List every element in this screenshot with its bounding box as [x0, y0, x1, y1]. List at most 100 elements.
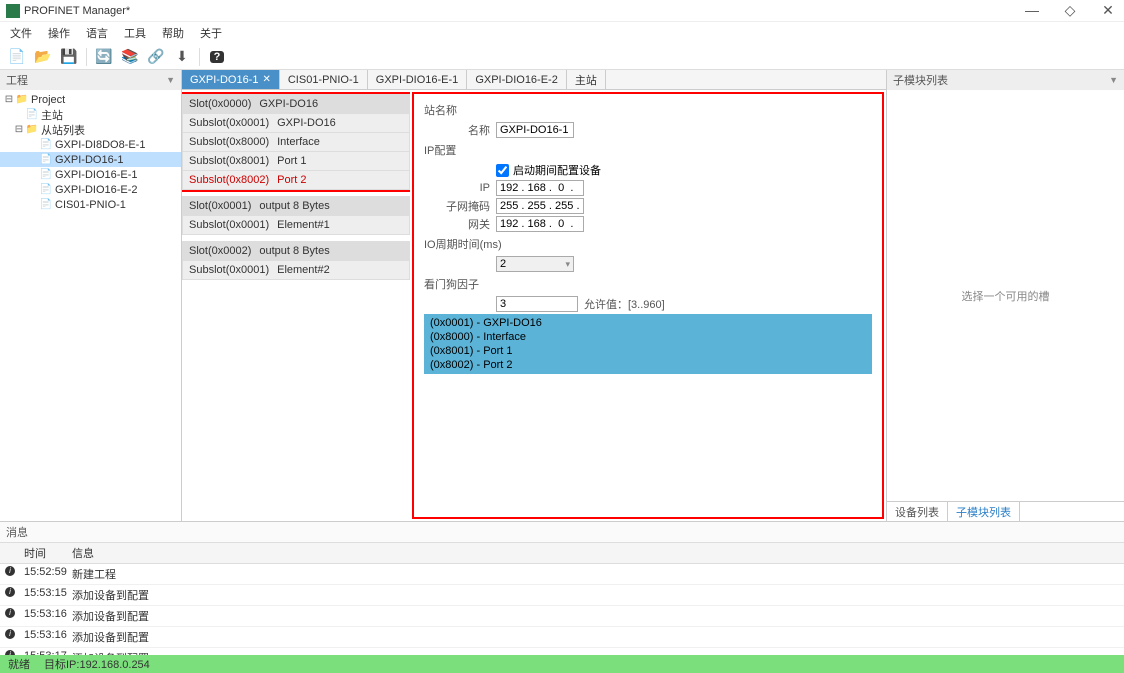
- tree-node-6[interactable]: 📄GXPI-DIO16-E-2: [0, 182, 181, 197]
- menu-about[interactable]: 关于: [194, 23, 228, 43]
- status-bar: 就绪 目标IP:192.168.0.254: [0, 655, 1124, 673]
- cycle-select[interactable]: 2 ▾: [496, 256, 574, 272]
- tab-device-list[interactable]: 设备列表: [887, 502, 948, 521]
- name-input[interactable]: [496, 122, 574, 138]
- slot-area: Slot(0x0000)GXPI-DO16Subslot(0x0001)GXPI…: [182, 90, 410, 521]
- submodule-item-3[interactable]: (0x8002) - Port 2: [430, 358, 866, 372]
- tab-0[interactable]: GXPI-DO16-1✕: [182, 70, 280, 89]
- message-row-1[interactable]: i15:53:15添加设备到配置: [0, 585, 1124, 606]
- tree-node-icon: 📄: [26, 109, 38, 121]
- slot-header[interactable]: Slot(0x0000)GXPI-DO16: [183, 95, 409, 113]
- slot-group-2: Slot(0x0002)output 8 BytesSubslot(0x0001…: [182, 241, 410, 280]
- subslot-name: Port 2: [277, 174, 306, 186]
- section-ip-config: IP配置: [424, 142, 872, 158]
- tree-node-2[interactable]: ⊟📁从站列表: [0, 122, 181, 137]
- new-icon[interactable]: 📄: [8, 48, 26, 66]
- tree-node-icon: 📄: [40, 139, 52, 151]
- cycle-dropdown-icon: ▾: [565, 259, 570, 270]
- subslot-row-1[interactable]: Subslot(0x8000)Interface: [183, 132, 409, 151]
- submodule-body: 选择一个可用的槽: [887, 90, 1124, 501]
- tree-node-icon: 📄: [40, 199, 52, 211]
- message-row-4[interactable]: i15:53:17添加设备到配置: [0, 648, 1124, 655]
- subslot-row-0[interactable]: Subslot(0x0001)Element#2: [183, 260, 409, 279]
- menu-operation[interactable]: 操作: [42, 23, 76, 43]
- watchdog-range: 允许值：[3..960]: [584, 296, 665, 312]
- tab-4[interactable]: 主站: [567, 70, 606, 89]
- message-info-icon: i: [0, 648, 20, 655]
- download-icon[interactable]: ⬇: [173, 48, 191, 66]
- startup-checkbox-label: 启动期间配置设备: [513, 162, 601, 178]
- submodule-dropdown-icon[interactable]: ▼: [1109, 75, 1118, 85]
- tree-node-7[interactable]: 📄CIS01-PNIO-1: [0, 197, 181, 212]
- subslot-row-0[interactable]: Subslot(0x0001)Element#1: [183, 215, 409, 234]
- stack-icon[interactable]: 📚: [121, 48, 139, 66]
- submodule-item-2[interactable]: (0x8001) - Port 1: [430, 344, 866, 358]
- tree-node-1[interactable]: 📄主站: [0, 107, 181, 122]
- slot-header[interactable]: Slot(0x0001)output 8 Bytes: [183, 197, 409, 215]
- maximize-button[interactable]: ◇: [1060, 2, 1080, 19]
- title-bar: PROFINET Manager* — ◇ ✕: [0, 0, 1124, 22]
- tree-toggle-icon: ⊟: [14, 124, 24, 135]
- subslot-row-0[interactable]: Subslot(0x0001)GXPI-DO16: [183, 113, 409, 132]
- submodule-item-0[interactable]: (0x0001) - GXPI-DO16: [430, 316, 866, 330]
- tree-node-label: GXPI-DO16-1: [55, 154, 123, 166]
- message-row-2[interactable]: i15:53:16添加设备到配置: [0, 606, 1124, 627]
- ip-input[interactable]: [496, 180, 584, 196]
- center-body: Slot(0x0000)GXPI-DO16Subslot(0x0001)GXPI…: [182, 90, 886, 521]
- tree-node-icon: 📁: [16, 94, 28, 106]
- menu-language[interactable]: 语言: [80, 23, 114, 43]
- message-time: 15:53:16: [20, 606, 68, 626]
- gateway-label: 网关: [424, 216, 490, 232]
- tab-submodule-list[interactable]: 子模块列表: [948, 502, 1020, 521]
- center-panel: GXPI-DO16-1✕CIS01-PNIO-1GXPI-DIO16-E-1GX…: [182, 70, 886, 521]
- window-controls: — ◇ ✕: [1022, 2, 1118, 19]
- message-info-icon: i: [0, 564, 20, 584]
- startup-checkbox[interactable]: [496, 164, 509, 177]
- message-row-3[interactable]: i15:53:16添加设备到配置: [0, 627, 1124, 648]
- refresh-icon[interactable]: 🔄: [95, 48, 113, 66]
- subslot-name: Port 1: [277, 155, 306, 167]
- minimize-button[interactable]: —: [1022, 2, 1042, 19]
- gateway-input[interactable]: [496, 216, 584, 232]
- panel-dropdown-icon[interactable]: ▼: [166, 75, 175, 85]
- subslot-row-2[interactable]: Subslot(0x8001)Port 1: [183, 151, 409, 170]
- messages-panel: 消息 时间 信息 i15:52:59新建工程i15:53:15添加设备到配置i1…: [0, 521, 1124, 655]
- open-icon[interactable]: 📂: [34, 48, 52, 66]
- subslot-id: Subslot(0x8000): [189, 136, 269, 148]
- section-watchdog: 看门狗因子: [424, 276, 872, 292]
- tree-node-label: GXPI-DIO16-E-2: [55, 184, 138, 196]
- subslot-row-3[interactable]: Subslot(0x8002)Port 2: [183, 170, 409, 189]
- tab-2[interactable]: GXPI-DIO16-E-1: [368, 70, 468, 89]
- slot-group-0: Slot(0x0000)GXPI-DO16Subslot(0x0001)GXPI…: [182, 94, 410, 190]
- toolbar-separator-2: [199, 48, 200, 66]
- project-tree: ⊟📁Project📄主站⊟📁从站列表📄GXPI-DI8DO8-E-1📄GXPI-…: [0, 90, 181, 521]
- menu-file[interactable]: 文件: [4, 23, 38, 43]
- tree-node-label: CIS01-PNIO-1: [55, 199, 126, 211]
- close-button[interactable]: ✕: [1098, 2, 1118, 19]
- link-icon[interactable]: 🔗: [147, 48, 165, 66]
- message-row-0[interactable]: i15:52:59新建工程: [0, 564, 1124, 585]
- tree-node-5[interactable]: 📄GXPI-DIO16-E-1: [0, 167, 181, 182]
- save-icon[interactable]: 💾: [60, 48, 78, 66]
- message-time: 15:52:59: [20, 564, 68, 584]
- subslot-id: Subslot(0x0001): [189, 117, 269, 129]
- tab-1[interactable]: CIS01-PNIO-1: [280, 70, 368, 89]
- messages-col-time: 时间: [20, 543, 68, 563]
- tab-3[interactable]: GXPI-DIO16-E-2: [467, 70, 567, 89]
- slot-id: Slot(0x0000): [189, 98, 251, 110]
- slot-name: output 8 Bytes: [259, 200, 329, 212]
- tree-node-0[interactable]: ⊟📁Project: [0, 92, 181, 107]
- tree-node-3[interactable]: 📄GXPI-DI8DO8-E-1: [0, 137, 181, 152]
- menu-tools[interactable]: 工具: [118, 23, 152, 43]
- messages-body: i15:52:59新建工程i15:53:15添加设备到配置i15:53:16添加…: [0, 564, 1124, 655]
- menu-help[interactable]: 帮助: [156, 23, 190, 43]
- watchdog-input[interactable]: [496, 296, 578, 312]
- tab-close-icon[interactable]: ✕: [262, 74, 270, 85]
- app-icon: [6, 4, 20, 18]
- submodule-item-1[interactable]: (0x8000) - Interface: [430, 330, 866, 344]
- message-text: 添加设备到配置: [68, 585, 1124, 605]
- tree-node-4[interactable]: 📄GXPI-DO16-1: [0, 152, 181, 167]
- help-icon[interactable]: ?: [208, 48, 226, 66]
- mask-input[interactable]: [496, 198, 584, 214]
- slot-header[interactable]: Slot(0x0002)output 8 Bytes: [183, 242, 409, 260]
